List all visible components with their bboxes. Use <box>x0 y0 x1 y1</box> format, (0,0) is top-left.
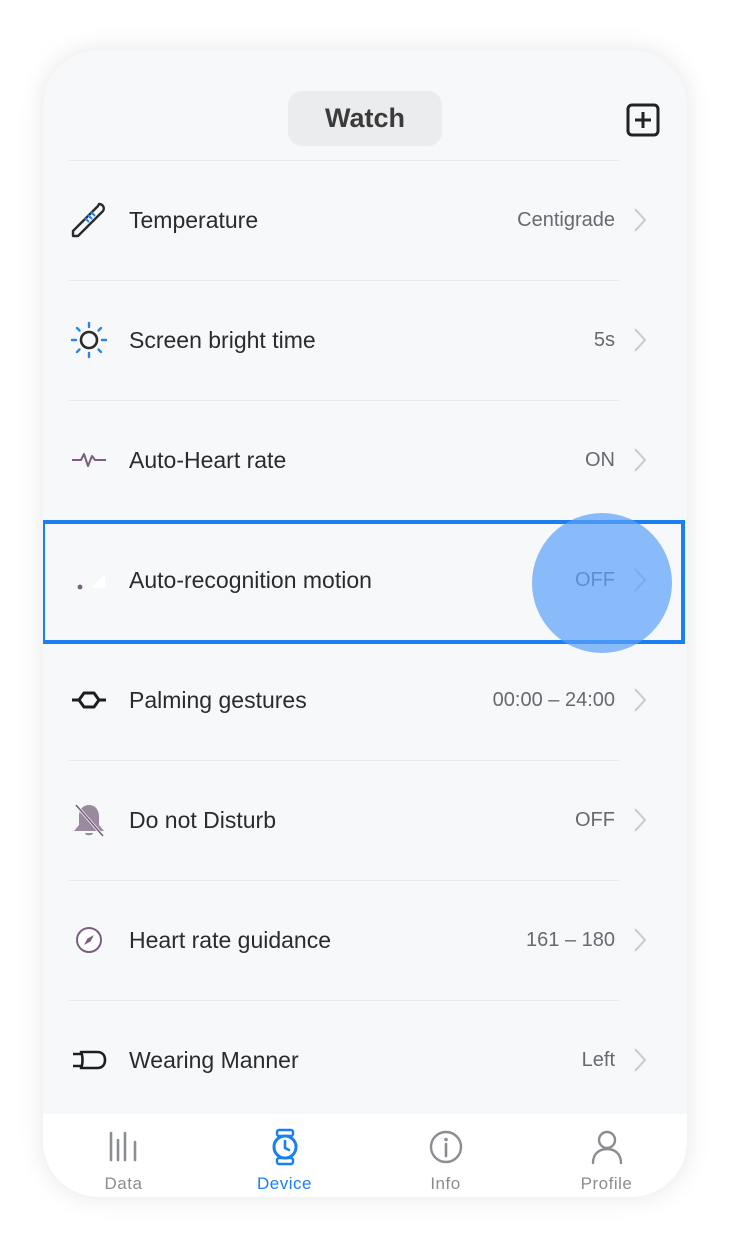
chevron-right-icon <box>634 1048 647 1072</box>
tab-label: Data <box>104 1174 143 1193</box>
setting-row-auto-heart-rate[interactable]: Auto-Heart rate ON <box>43 400 687 520</box>
setting-label: Wearing Manner <box>129 1046 299 1073</box>
setting-label: Palming gestures <box>129 686 307 713</box>
setting-label: Screen bright time <box>129 326 316 353</box>
chevron-right-icon <box>634 808 647 832</box>
setting-value: ON <box>585 448 615 471</box>
setting-row-temperature[interactable]: Temperature Centigrade <box>43 160 687 280</box>
chevron-right-icon <box>634 928 647 952</box>
bottom-tab-bar: Data Device Info Profile <box>43 1114 687 1197</box>
tab-data[interactable]: Data <box>43 1114 204 1197</box>
divider <box>69 520 619 521</box>
chevron-right-icon <box>634 208 647 232</box>
divider <box>69 760 619 761</box>
setting-row-do-not-disturb[interactable]: Do not Disturb OFF <box>43 760 687 880</box>
chevron-right-icon <box>634 448 647 472</box>
setting-row-palming-gestures[interactable]: Palming gestures 00:00 – 24:00 <box>43 640 687 760</box>
watch-icon <box>272 1128 297 1166</box>
setting-row-wearing-manner[interactable]: Wearing Manner Left <box>43 1000 687 1120</box>
divider <box>69 880 619 881</box>
setting-label: Auto-Heart rate <box>129 446 287 473</box>
setting-label: Temperature <box>129 206 259 233</box>
setting-value: Centigrade <box>517 208 615 231</box>
sun-icon <box>67 318 111 362</box>
header: Watch <box>43 50 687 160</box>
tab-profile[interactable]: Profile <box>526 1114 687 1197</box>
settings-list: Temperature Centigrade Screen bright tim… <box>43 160 687 1120</box>
setting-label: Do not Disturb <box>129 806 277 833</box>
heartbeat-icon <box>67 438 111 482</box>
setting-label: Heart rate guidance <box>129 926 332 953</box>
phone-screen: Watch Temperature Centigrade Screen brig… <box>43 50 687 1197</box>
setting-value: 5s <box>593 328 615 351</box>
divider <box>69 280 619 281</box>
divider <box>69 400 619 401</box>
setting-row-heart-rate-guidance[interactable]: Heart rate guidance 161 – 180 <box>43 880 687 1000</box>
palm-gesture-icon <box>67 678 111 722</box>
tab-device[interactable]: Device <box>204 1114 365 1197</box>
setting-label: Auto-recognition motion <box>129 566 372 593</box>
motion-icon <box>67 558 111 602</box>
setting-row-screen-bright-time[interactable]: Screen bright time 5s <box>43 280 687 400</box>
tab-label: Device <box>257 1174 312 1193</box>
wrist-band-icon <box>67 1038 111 1082</box>
tab-label: Profile <box>580 1174 633 1193</box>
person-icon <box>591 1130 622 1165</box>
thermometer-icon <box>67 198 111 242</box>
tab-info[interactable]: Info <box>365 1114 526 1197</box>
bell-off-icon <box>67 798 111 842</box>
chevron-right-icon <box>634 688 647 712</box>
chevron-right-icon <box>634 328 647 352</box>
tab-label: Info <box>430 1174 461 1193</box>
page-title: Watch <box>288 91 442 146</box>
setting-value: OFF <box>575 568 615 591</box>
setting-row-auto-recognition-motion[interactable]: Auto-recognition motion OFF <box>43 520 687 640</box>
data-bars-icon <box>109 1131 136 1162</box>
setting-value: OFF <box>575 808 615 831</box>
setting-value: Left <box>581 1048 615 1071</box>
divider <box>69 160 619 161</box>
divider <box>69 1000 619 1001</box>
info-icon <box>429 1130 462 1164</box>
add-device-icon[interactable] <box>626 103 660 137</box>
setting-value: 161 – 180 <box>526 928 615 951</box>
setting-value: 00:00 – 24:00 <box>492 688 615 711</box>
divider <box>69 640 619 641</box>
chevron-right-icon <box>634 568 647 592</box>
compass-icon <box>67 918 111 962</box>
